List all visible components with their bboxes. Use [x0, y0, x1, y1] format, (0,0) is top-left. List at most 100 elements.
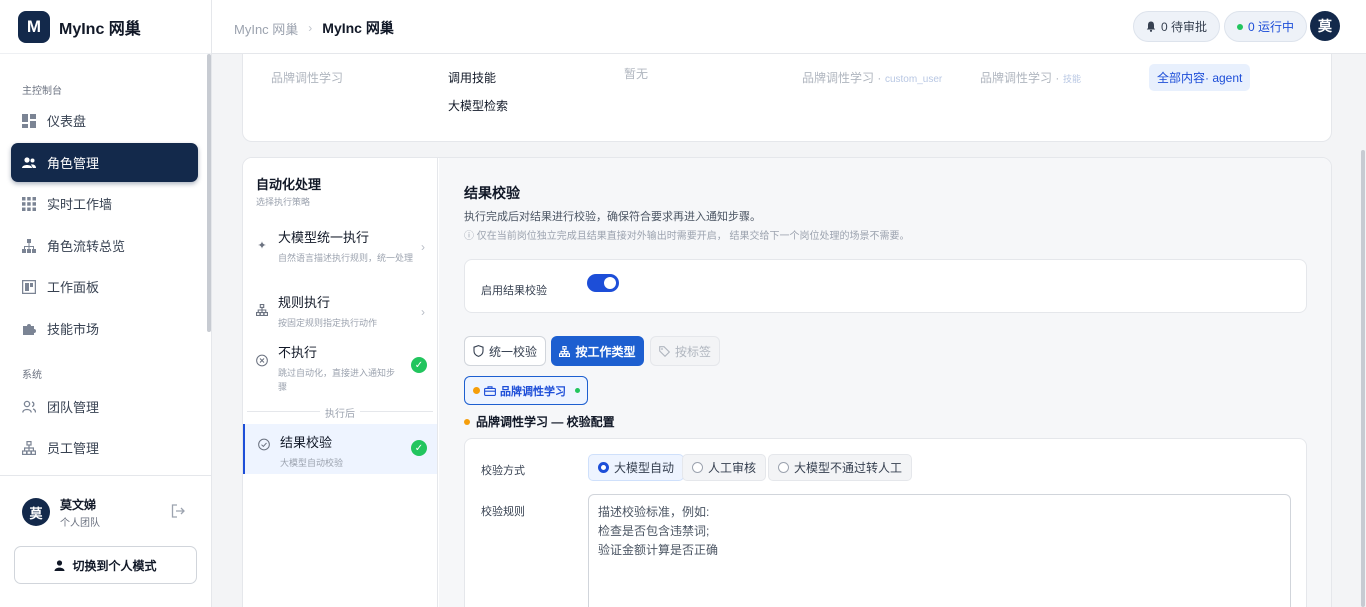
verify-rules-textarea[interactable]: 描述校验标准，例如: 检查是否包含违禁词; 验证金额计算是否正确 — [588, 494, 1291, 607]
verify-rules-label: 校验规则 — [481, 506, 525, 518]
running-status-label: 0 运行中 — [1248, 20, 1295, 34]
user-panel: 莫 莫文娣 个人团队 切换到个人模式 — [0, 475, 211, 607]
org-icon — [559, 345, 571, 357]
tab-by-tag[interactable]: 按标签 — [650, 336, 720, 366]
sidebar-item-staff-management[interactable]: 员工管理 — [11, 428, 198, 467]
bell-icon — [1146, 21, 1156, 32]
sidebar-item-label: 工作面板 — [47, 280, 100, 295]
strategy-item-skip[interactable]: 不执行 跳过自动化，直接进入通知步骤 ✓ — [243, 340, 437, 392]
table-cell-worktype: 品牌调性学习 — [271, 71, 344, 85]
switch-personal-mode-button[interactable]: 切换到个人模式 — [14, 546, 197, 584]
sidebar-item-label: 角色管理 — [47, 156, 100, 171]
method-option-label: 人工审核 — [708, 461, 757, 475]
strategy-item-rules[interactable]: 规则执行 按固定规则指定执行动作 › — [243, 290, 437, 330]
method-option-manual[interactable]: 人工审核 — [682, 454, 767, 481]
section-title: 结果校验 — [464, 185, 520, 201]
strategy-desc: 自然语言描述执行规则，统一处理 — [278, 253, 414, 263]
pending-approvals-badge[interactable]: 0 待审批 — [1133, 11, 1221, 42]
strategy-title: 规则执行 — [278, 295, 331, 310]
tab-label: 统一校验 — [488, 344, 537, 359]
dashboard-icon — [22, 113, 36, 128]
method-option-llm-auto[interactable]: 大模型自动 — [588, 454, 685, 481]
person-icon — [54, 559, 65, 571]
skill-source-main: 品牌调性学习 · — [980, 71, 1060, 85]
nav-group-main: 主控制台 — [22, 86, 62, 97]
chevron-right-icon: › — [421, 240, 425, 254]
sidebar-item-team-management[interactable]: 团队管理 — [11, 387, 198, 426]
worktype-chip-label: 品牌调性学习 — [500, 385, 566, 398]
table-cell-action-2: 大模型检索 — [448, 99, 509, 113]
check-icon: ✓ — [411, 440, 427, 456]
sidebar-item-role-management[interactable]: 角色管理 — [11, 143, 198, 182]
tab-label: 按标签 — [674, 344, 711, 359]
role-table-card: 品牌调性学习 调用技能 大模型检索 暂无 品牌调性学习 · custom_use… — [242, 54, 1332, 142]
user-name: 莫文娣 — [60, 498, 97, 512]
check-icon: ✓ — [411, 357, 427, 373]
strategy-desc: 大模型自动校验 — [280, 458, 344, 468]
page-scrollbar[interactable] — [1361, 150, 1365, 607]
sidebar-scrollbar[interactable] — [207, 54, 211, 332]
tag-icon — [659, 345, 670, 357]
users-icon — [22, 156, 36, 170]
pending-approvals-label: 0 待审批 — [1161, 20, 1208, 34]
enable-verify-toggle[interactable] — [587, 274, 619, 292]
enable-verify-box: 启用结果校验 — [464, 259, 1307, 313]
switch-personal-mode-label: 切换到个人模式 — [72, 558, 157, 573]
method-option-label: 大模型自动 — [614, 461, 675, 475]
sidebar-item-work-panel[interactable]: 工作面板 — [11, 267, 198, 306]
worktype-chip[interactable]: 品牌调性学习 — [464, 376, 588, 405]
verify-method-label: 校验方式 — [481, 465, 525, 477]
shield-icon — [473, 345, 484, 357]
sidebar-item-dashboard[interactable]: 仪表盘 — [11, 101, 198, 140]
strategy-item-llm[interactable]: ✦ 大模型统一执行 自然语言描述执行规则，统一处理 › — [243, 225, 437, 281]
status-dot-icon — [464, 418, 470, 425]
sidebar-item-label: 仪表盘 — [47, 114, 87, 129]
running-status-badge[interactable]: 0 运行中 — [1224, 11, 1308, 42]
puzzle-icon — [22, 322, 36, 336]
strategy-title: 大模型统一执行 — [278, 230, 370, 245]
table-cell-action-1: 调用技能 — [448, 71, 497, 85]
sidebar-item-skill-market[interactable]: 技能市场 — [11, 309, 198, 348]
sidebar-item-live-wall[interactable]: 实时工作墙 — [11, 184, 198, 223]
running-dot-icon — [1237, 23, 1243, 30]
config-title: 品牌调性学习 — 校验配置 — [464, 413, 615, 430]
nav-group-system: 系统 — [22, 370, 42, 381]
after-execution-divider-label: 执行后 — [320, 405, 360, 420]
chevron-right-icon: › — [308, 21, 313, 35]
cancel-circle-icon — [256, 354, 268, 366]
sparkle-icon: ✦ — [257, 239, 267, 252]
radio-selected-icon — [598, 462, 609, 473]
logout-icon[interactable] — [171, 504, 186, 521]
brand-name: MyInc 网巢 — [59, 20, 141, 38]
radio-icon — [778, 462, 789, 473]
input-source-main: 品牌调性学习 · — [802, 71, 882, 85]
breadcrumb-parent[interactable]: MyInc 网巢 — [234, 19, 298, 38]
top-header: MyInc 网巢 › MyInc 网巢 0 待审批 0 运行中 莫 — [212, 0, 1366, 54]
tab-label: 按工作类型 — [575, 344, 636, 359]
tab-by-work-type[interactable]: 按工作类型 — [551, 336, 644, 366]
org-icon — [22, 440, 36, 455]
brand[interactable]: M MyInc 网巢 — [0, 0, 211, 54]
sidebar: M MyInc 网巢 主控制台 仪表盘 角色管理 实时工作墙 角色流转总览 工作… — [0, 0, 212, 607]
active-dot-icon — [575, 388, 580, 393]
header-avatar[interactable]: 莫 — [1310, 11, 1340, 41]
sidebar-item-label: 技能市场 — [47, 322, 100, 337]
method-option-llm-then-manual[interactable]: 大模型不通过转人工 — [768, 454, 913, 481]
strategy-item-result-verify[interactable]: 结果校验 大模型自动校验 ✓ — [243, 424, 437, 474]
section-note: ⓘ 仅在当前岗位独立完成且结果直接对外输出时需要开启， 结果交给下一个岗位处理的… — [464, 231, 910, 242]
tab-unified-verify[interactable]: 统一校验 — [464, 336, 546, 366]
user-team: 个人团队 — [60, 518, 100, 529]
org-icon — [256, 304, 268, 316]
grid-icon — [22, 196, 36, 211]
method-option-label: 大模型不通过转人工 — [794, 461, 903, 475]
table-cell-none: 暂无 — [624, 67, 649, 81]
sidebar-item-role-flow[interactable]: 角色流转总览 — [11, 226, 198, 265]
config-title-label: 品牌调性学习 — 校验配置 — [476, 415, 615, 429]
radio-icon — [692, 462, 703, 473]
skill-source-sub: 技能 — [1062, 74, 1081, 84]
user-avatar[interactable]: 莫 — [22, 498, 50, 526]
check-circle-icon — [258, 438, 270, 450]
enable-verify-label: 启用结果校验 — [481, 285, 547, 297]
result-verify-content: 结果校验 执行完成后对结果进行校验，确保符合要求再进入通知步骤。 ⓘ 仅在当前岗… — [439, 158, 1331, 607]
strategy-list-title: 自动化处理 — [256, 177, 322, 192]
